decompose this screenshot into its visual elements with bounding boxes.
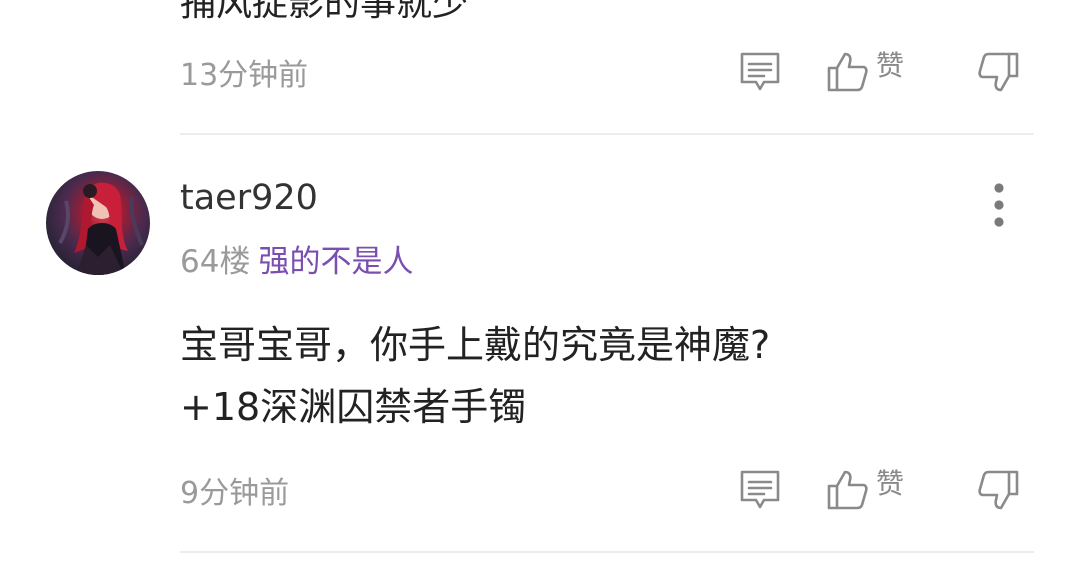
reply-button[interactable] (738, 469, 782, 511)
floor-number: 64楼 (180, 244, 251, 280)
thumbs-up-icon (827, 52, 868, 92)
reply-icon (740, 470, 780, 509)
avatar[interactable] (46, 171, 150, 275)
comment-divider (180, 133, 1034, 135)
more-vertical-icon (994, 183, 1004, 227)
avatar-image (58, 182, 144, 275)
reply-button[interactable] (738, 51, 782, 93)
comment-line: 宝哥宝哥，你手上戴的究竟是神魔? (180, 323, 771, 367)
thumbs-down-icon (978, 470, 1019, 510)
like-label: 赞 (876, 49, 905, 82)
comment-list: 捕风捉影的事就少 13分钟前 赞 taer920 64楼 强的不是人 宝哥宝哥，… (0, 0, 1080, 581)
username[interactable]: taer920 (180, 178, 318, 218)
reply-icon (740, 52, 780, 91)
user-tag: 强的不是人 (258, 244, 414, 280)
comment-floor-info: 64楼 强的不是人 (180, 236, 413, 281)
like-button[interactable]: 赞 (826, 467, 904, 511)
like-button[interactable]: 赞 (826, 49, 904, 93)
comment-divider (180, 551, 1034, 553)
dislike-button[interactable] (976, 469, 1020, 511)
thumbs-down-icon (978, 52, 1019, 92)
more-options-button[interactable] (986, 182, 1012, 230)
comment-time: 9分钟前 (180, 476, 290, 511)
comment-time: 13分钟前 (180, 58, 309, 93)
comment-line: +18深渊囚禁者手镯 (180, 385, 527, 429)
thumbs-up-icon (827, 470, 868, 510)
previous-comment-text: 捕风捉影的事就少 (180, 0, 469, 24)
comment-body: 宝哥宝哥，你手上戴的究竟是神魔? +18深渊囚禁者手镯 (180, 314, 770, 438)
previous-comment-meta: 13分钟前 赞 (180, 42, 1034, 102)
like-label: 赞 (876, 467, 905, 500)
dislike-button[interactable] (976, 51, 1020, 93)
comment-meta: 9分钟前 赞 (180, 460, 1034, 520)
